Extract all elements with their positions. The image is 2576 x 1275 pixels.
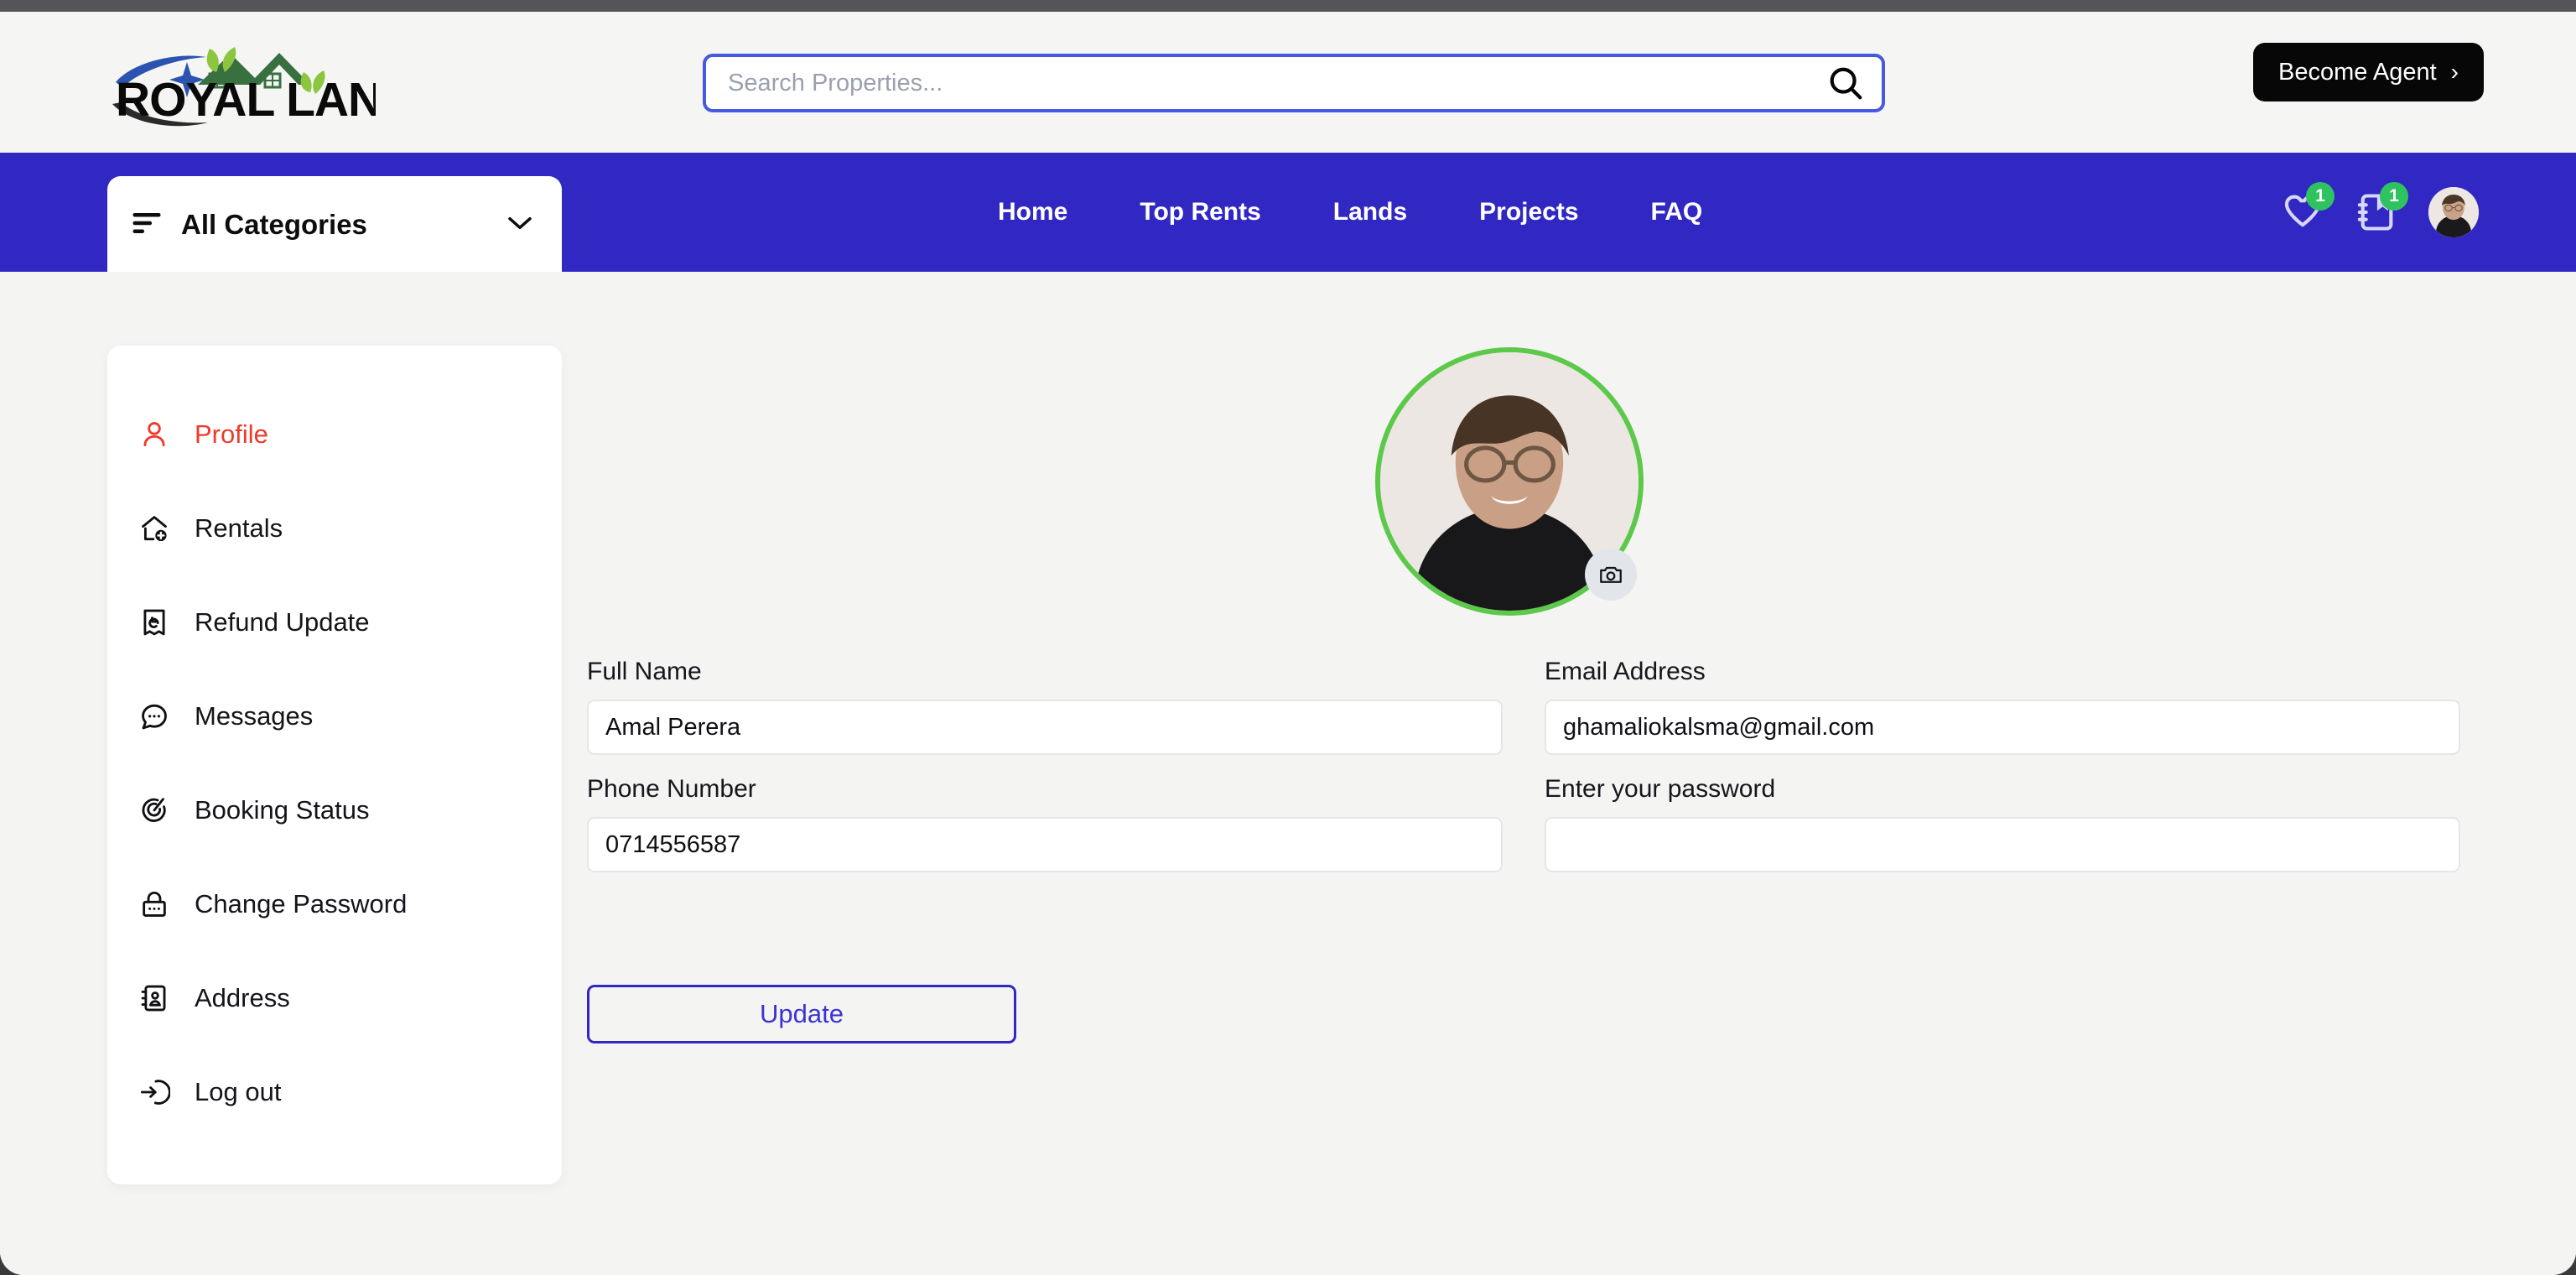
search-icon[interactable] xyxy=(1810,57,1882,109)
field-phone: Phone Number xyxy=(587,775,1503,872)
input-phone[interactable] xyxy=(587,817,1503,872)
sidebar-item-address[interactable]: Address xyxy=(107,951,562,1045)
wishlist-badge: 1 xyxy=(2306,182,2334,211)
sidebar-label-rentals: Rentals xyxy=(195,513,283,543)
logout-icon xyxy=(138,1075,171,1109)
sidebar-label-booking-status: Booking Status xyxy=(195,795,370,825)
nav-icon-group: 1 1 xyxy=(2281,153,2479,272)
sidebar-label-log-out: Log out xyxy=(195,1077,282,1106)
account-sidebar: Profile Rentals Refund Update Messages B… xyxy=(107,346,562,1184)
nav-link-lands[interactable]: Lands xyxy=(1333,198,1407,226)
svg-text:ROYAL LANDS: ROYAL LANDS xyxy=(116,73,376,127)
receipt-refund-icon xyxy=(138,606,171,639)
label-full-name: Full Name xyxy=(587,658,702,685)
input-email[interactable] xyxy=(1545,700,2460,755)
nav-link-home[interactable]: Home xyxy=(998,198,1067,226)
sidebar-item-log-out[interactable]: Log out xyxy=(107,1045,562,1139)
compare-button[interactable]: 1 xyxy=(2355,182,2408,234)
nav-link-top-rents[interactable]: Top Rents xyxy=(1140,198,1260,226)
sidebar-item-rentals[interactable]: Rentals xyxy=(107,481,562,575)
profile-form: Full Name Email Address Phone Number Ent… xyxy=(587,658,2460,872)
wishlist-button[interactable]: 1 xyxy=(2281,182,2334,234)
contact-book-icon xyxy=(138,981,171,1015)
compare-badge: 1 xyxy=(2380,182,2408,211)
nav-links: Home Top Rents Lands Projects FAQ xyxy=(998,153,1702,272)
field-password: Enter your password xyxy=(1545,775,2460,872)
brand-logo[interactable]: ROYAL LANDS xyxy=(99,39,447,131)
target-icon xyxy=(138,794,171,827)
become-agent-button[interactable]: Become Agent › xyxy=(2253,43,2484,101)
all-categories-label: All Categories xyxy=(181,209,367,240)
sidebar-label-refund-update: Refund Update xyxy=(195,607,370,637)
all-categories-dropdown[interactable]: All Categories xyxy=(107,176,562,273)
sidebar-label-address: Address xyxy=(195,983,290,1012)
search-bar[interactable] xyxy=(703,54,1885,112)
nav-link-projects[interactable]: Projects xyxy=(1479,198,1578,226)
input-full-name[interactable] xyxy=(587,700,1503,755)
lock-icon xyxy=(138,887,171,921)
sidebar-item-booking-status[interactable]: Booking Status xyxy=(107,763,562,857)
page-body: Profile Rentals Refund Update Messages B… xyxy=(0,272,2576,1275)
chevron-down-icon xyxy=(506,215,533,236)
house-plus-icon xyxy=(138,512,171,545)
sidebar-item-messages[interactable]: Messages xyxy=(107,669,562,763)
user-icon xyxy=(138,418,171,451)
input-password[interactable] xyxy=(1545,817,2460,872)
field-email: Email Address xyxy=(1545,658,2460,755)
sidebar-label-profile: Profile xyxy=(195,419,268,449)
user-avatar[interactable] xyxy=(2428,187,2479,237)
sidebar-item-change-password[interactable]: Change Password xyxy=(107,857,562,951)
become-agent-label: Become Agent xyxy=(2278,58,2437,86)
sidebar-item-profile[interactable]: Profile xyxy=(107,388,562,481)
label-password: Enter your password xyxy=(1545,775,1776,803)
field-full-name: Full Name xyxy=(587,658,1503,755)
label-email: Email Address xyxy=(1545,658,1706,685)
update-button[interactable]: Update xyxy=(587,985,1016,1043)
label-phone: Phone Number xyxy=(587,775,756,803)
nav-link-faq[interactable]: FAQ xyxy=(1651,198,1703,226)
hamburger-icon xyxy=(131,211,163,240)
search-input[interactable] xyxy=(706,57,1810,109)
sidebar-label-change-password: Change Password xyxy=(195,889,408,919)
chevron-right-icon: › xyxy=(2450,59,2459,85)
chat-bubble-icon xyxy=(138,700,171,733)
profile-avatar-block xyxy=(1375,347,1644,616)
site-header: ROYAL LANDS Become Agent › xyxy=(0,12,2576,153)
sidebar-label-messages: Messages xyxy=(195,701,314,731)
sidebar-item-refund-update[interactable]: Refund Update xyxy=(107,575,562,669)
browser-window: ROYAL LANDS Become Agent › xyxy=(0,12,2576,1275)
browser-top-strip xyxy=(0,0,2576,12)
change-photo-button[interactable] xyxy=(1585,549,1637,601)
